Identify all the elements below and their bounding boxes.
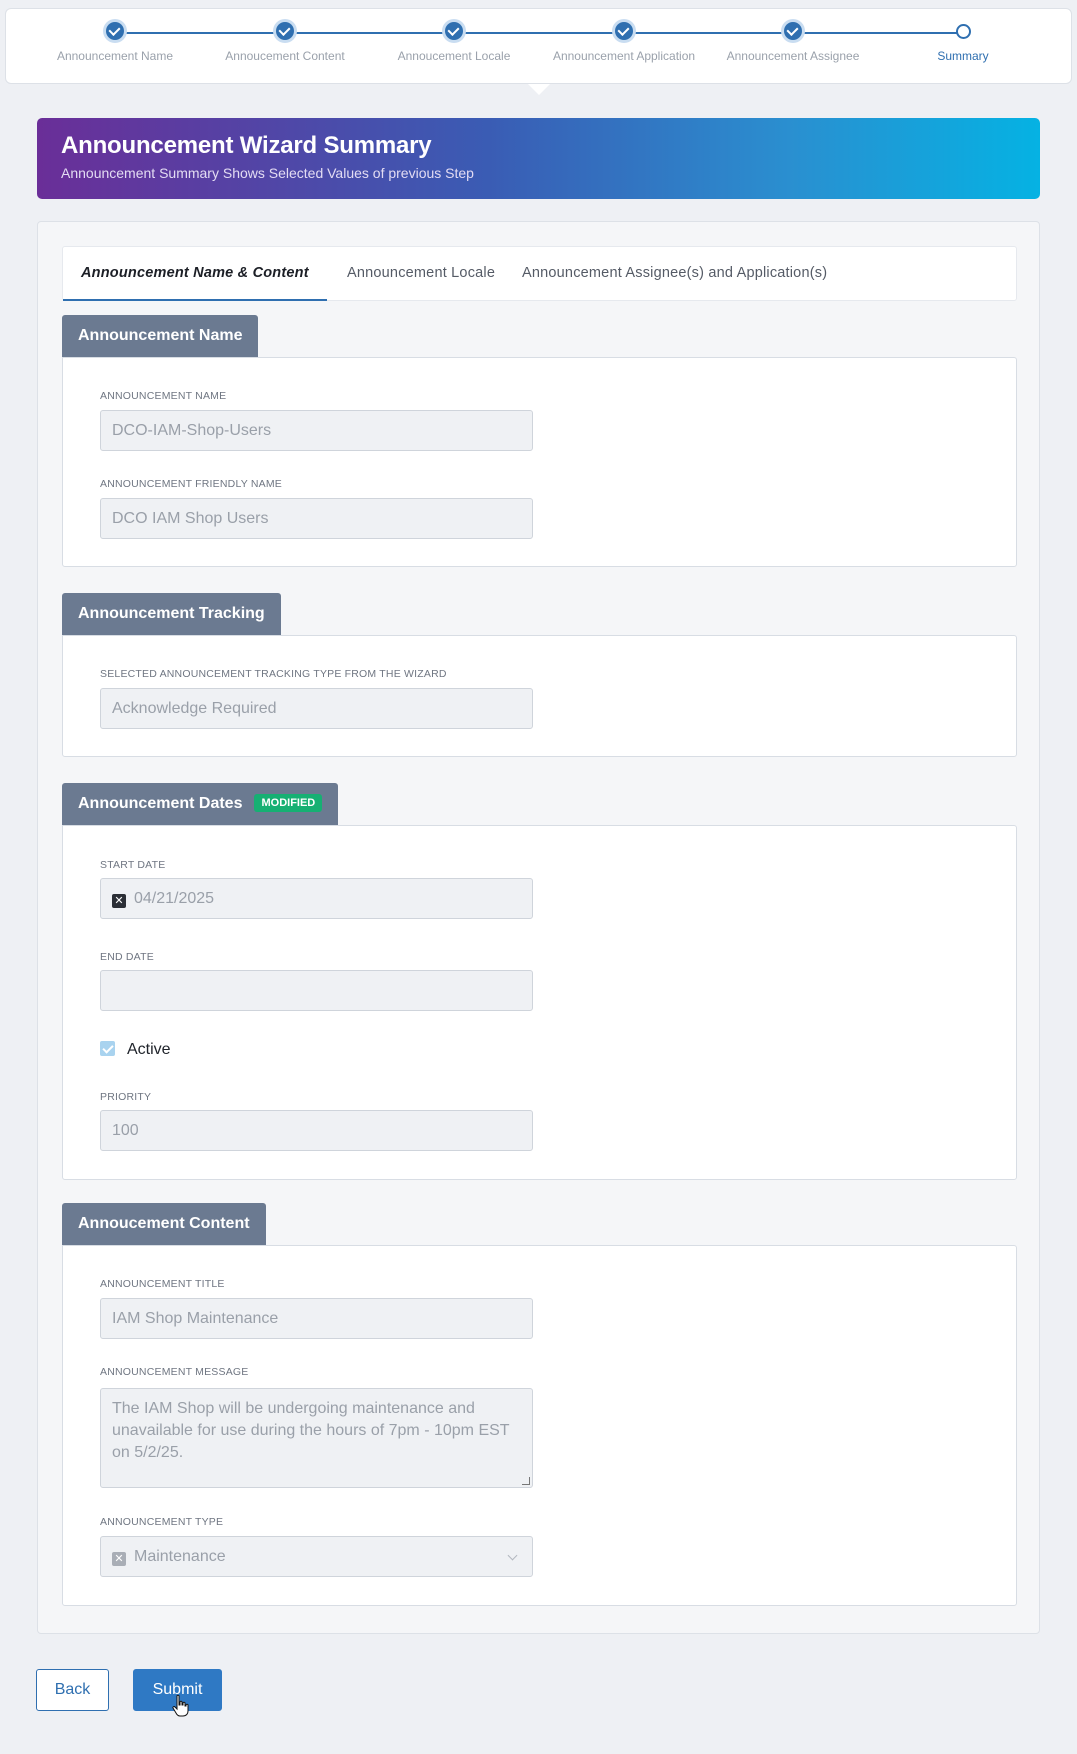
stepper-pointer [528, 84, 550, 95]
announcement-type-select[interactable]: ✕ Maintenance [100, 1536, 533, 1577]
summary-card: Announcement Name & Content Announcement… [37, 221, 1040, 1634]
field-label: END DATE [100, 951, 154, 963]
resize-handle-icon[interactable] [522, 1477, 530, 1485]
step-announcement-application[interactable]: Announcement Application [539, 22, 709, 63]
section-announcement-dates: Announcement Dates MODIFIED START DATE ✕ 0… [62, 783, 1017, 1180]
announcement-type-value: Maintenance [134, 1548, 226, 1565]
start-date-field[interactable]: ✕ 04/21/2025 [100, 878, 533, 919]
back-button[interactable]: Back [36, 1669, 109, 1711]
field-label: ANNOUNCEMENT NAME [100, 390, 227, 402]
friendly-name-field[interactable]: DCO IAM Shop Users [100, 498, 533, 539]
section-title: Announcement Dates [78, 795, 243, 812]
tracking-type-field[interactable]: Acknowledge Required [100, 688, 533, 729]
wizard-stepper: Announcement Name Annoucement Content An… [5, 8, 1072, 84]
active-checkbox[interactable] [100, 1041, 115, 1056]
section-announcement-content: Annoucement Content ANNOUNCEMENT TITLE I… [62, 1203, 1017, 1606]
section-header: Announcement Dates MODIFIED [62, 783, 339, 825]
announcement-message-textarea[interactable]: The IAM Shop will be undergoing maintena… [100, 1388, 533, 1488]
announcement-name-field[interactable]: DCO-IAM-Shop-Users [100, 410, 533, 451]
field-label: ANNOUNCEMENT MESSAGE [100, 1366, 249, 1378]
summary-banner: Announcement Wizard Summary Announcement… [37, 118, 1040, 199]
step-announcement-assignee[interactable]: Announcement Assignee [708, 22, 878, 63]
chevron-down-icon[interactable] [507, 1550, 518, 1561]
step-complete-icon [276, 22, 294, 40]
step-label: Announcement Application [552, 49, 696, 63]
tab-name-content[interactable]: Announcement Name & Content [63, 247, 327, 301]
clear-icon[interactable]: ✕ [112, 1552, 126, 1566]
section-announcement-name: Announcement Name ANNOUNCEMENT NAME DCO-… [62, 315, 1017, 567]
step-label: Annoucement Content [225, 49, 345, 63]
step-label: Summary [937, 49, 989, 63]
modified-badge: MODIFIED [254, 794, 323, 812]
step-complete-icon [784, 22, 802, 40]
section-header: Annoucement Content [62, 1203, 266, 1245]
step-complete-icon [615, 22, 633, 40]
step-complete-icon [445, 22, 463, 40]
summary-tabs: Announcement Name & Content Announcement… [62, 246, 1017, 301]
section-body: ANNOUNCEMENT TITLE IAM Shop Maintenance … [62, 1245, 1017, 1606]
active-checkbox-row[interactable]: Active [100, 1041, 171, 1059]
step-label: Announcement Assignee [726, 49, 860, 63]
announcement-title-field[interactable]: IAM Shop Maintenance [100, 1298, 533, 1339]
page-subtitle: Announcement Summary Shows Selected Valu… [61, 165, 474, 181]
step-announcement-locale[interactable]: Annoucement Locale [369, 22, 539, 63]
section-body: SELECTED ANNOUNCEMENT TRACKING TYPE FROM… [62, 635, 1017, 757]
step-complete-icon [106, 22, 124, 40]
page-title: Announcement Wizard Summary [61, 132, 432, 159]
step-announcement-name[interactable]: Announcement Name [30, 22, 200, 63]
field-label: PRIORITY [100, 1091, 152, 1103]
field-label: SELECTED ANNOUNCEMENT TRACKING TYPE FROM… [100, 668, 447, 680]
clear-icon[interactable]: ✕ [112, 894, 126, 908]
section-body: ANNOUNCEMENT NAME DCO-IAM-Shop-Users ANN… [62, 357, 1017, 567]
priority-field[interactable]: 100 [100, 1110, 533, 1151]
field-label: START DATE [100, 859, 166, 871]
field-label: ANNOUNCEMENT TITLE [100, 1278, 225, 1290]
step-label: Announcement Name [56, 49, 174, 63]
section-body: START DATE ✕ 04/21/2025 END DATE Active P… [62, 825, 1017, 1180]
end-date-field[interactable] [100, 970, 533, 1011]
tab-locale[interactable]: Announcement Locale [329, 247, 513, 301]
section-announcement-tracking: Announcement Tracking SELECTED ANNOUNCEM… [62, 593, 1017, 757]
tab-assignees-applications[interactable]: Announcement Assignee(s) and Application… [504, 247, 845, 301]
section-header: Announcement Name [62, 315, 259, 357]
field-label: ANNOUNCEMENT TYPE [100, 1516, 224, 1528]
field-label: ANNOUNCEMENT FRIENDLY NAME [100, 478, 282, 490]
hand-cursor-icon [172, 1694, 189, 1717]
step-summary[interactable]: Summary [878, 22, 1048, 63]
active-label: Active [127, 1041, 171, 1058]
step-label: Annoucement Locale [397, 49, 511, 63]
message-text: The IAM Shop will be undergoing maintena… [112, 1400, 510, 1461]
step-current-icon [955, 24, 971, 39]
section-header: Announcement Tracking [62, 593, 281, 635]
start-date-value: 04/21/2025 [134, 890, 215, 907]
step-announcement-content[interactable]: Annoucement Content [200, 22, 370, 63]
